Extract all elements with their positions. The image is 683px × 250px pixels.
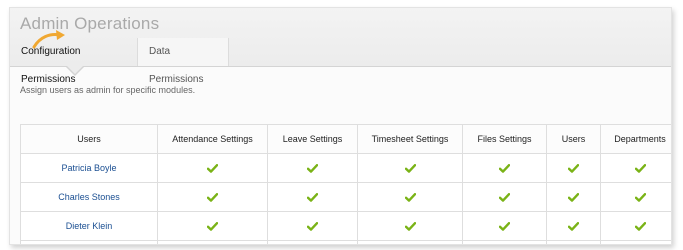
permission-cell[interactable] (357, 182, 463, 212)
permission-cell[interactable] (157, 153, 268, 183)
check-icon (307, 193, 318, 202)
check-icon (207, 193, 218, 202)
check-icon (307, 222, 318, 231)
check-icon (499, 193, 510, 202)
check-icon (634, 164, 646, 173)
column-header-attendance-settings: Attendance Settings (157, 124, 268, 154)
permission-cell[interactable] (462, 153, 547, 183)
user-name-link[interactable]: Charles Stones (20, 182, 158, 212)
permission-cell[interactable] (267, 182, 358, 212)
permission-cell[interactable] (600, 211, 671, 241)
description-text: Assign users as admin for specific modul… (20, 85, 196, 95)
column-header-users: Users (20, 124, 158, 154)
permission-cell[interactable] (546, 182, 601, 212)
admin-operations-panel: Admin Operations Configuration Permissio… (9, 7, 672, 245)
check-icon (634, 193, 646, 202)
permission-cell[interactable] (546, 211, 601, 241)
check-icon (307, 164, 318, 173)
check-icon (404, 222, 416, 231)
check-icon (634, 222, 646, 231)
table-row: Charles Stones (20, 182, 671, 212)
table-row: Patricia Boyle (20, 153, 671, 183)
tab-configuration-permissions[interactable]: Configuration Permissions (10, 38, 143, 85)
check-icon (404, 164, 416, 173)
permissions-table: Users Attendance Settings Leave Settings… (20, 124, 671, 244)
header: Admin Operations Configuration Permissio… (10, 8, 671, 85)
table-header-row: Users Attendance Settings Leave Settings… (20, 124, 671, 154)
empty-cell (462, 240, 547, 244)
table-row-partial (20, 240, 671, 244)
permission-cell[interactable] (267, 211, 358, 241)
permission-cell[interactable] (157, 211, 268, 241)
permission-cell[interactable] (157, 182, 268, 212)
permission-cell[interactable] (462, 211, 547, 241)
check-icon (207, 164, 218, 173)
check-icon (207, 222, 218, 231)
permission-cell[interactable] (267, 153, 358, 183)
permission-cell[interactable] (600, 153, 671, 183)
empty-cell (600, 240, 671, 244)
column-header-users-module: Users (546, 124, 601, 154)
column-header-departments: Departments (600, 124, 671, 154)
tab-data-permissions[interactable]: Data Permissions (137, 38, 229, 85)
permission-cell[interactable] (546, 153, 601, 183)
permission-cell[interactable] (462, 182, 547, 212)
active-tab-pointer (67, 66, 83, 74)
check-icon (568, 193, 579, 202)
empty-cell (267, 240, 358, 244)
column-header-timesheet-settings: Timesheet Settings (357, 124, 463, 154)
user-name-link[interactable]: Patricia Boyle (20, 153, 158, 183)
permission-cell[interactable] (357, 211, 463, 241)
empty-cell (20, 240, 158, 244)
check-icon (404, 193, 416, 202)
table-row: Dieter Klein (20, 211, 671, 241)
check-icon (499, 164, 510, 173)
empty-cell (546, 240, 601, 244)
empty-cell (157, 240, 268, 244)
check-icon (568, 222, 579, 231)
user-name-link[interactable]: Dieter Klein (20, 211, 158, 241)
check-icon (568, 164, 579, 173)
check-icon (499, 222, 510, 231)
permission-cell[interactable] (357, 153, 463, 183)
empty-cell (357, 240, 463, 244)
column-header-files-settings: Files Settings (462, 124, 547, 154)
column-header-leave-settings: Leave Settings (267, 124, 358, 154)
permission-cell[interactable] (600, 182, 671, 212)
